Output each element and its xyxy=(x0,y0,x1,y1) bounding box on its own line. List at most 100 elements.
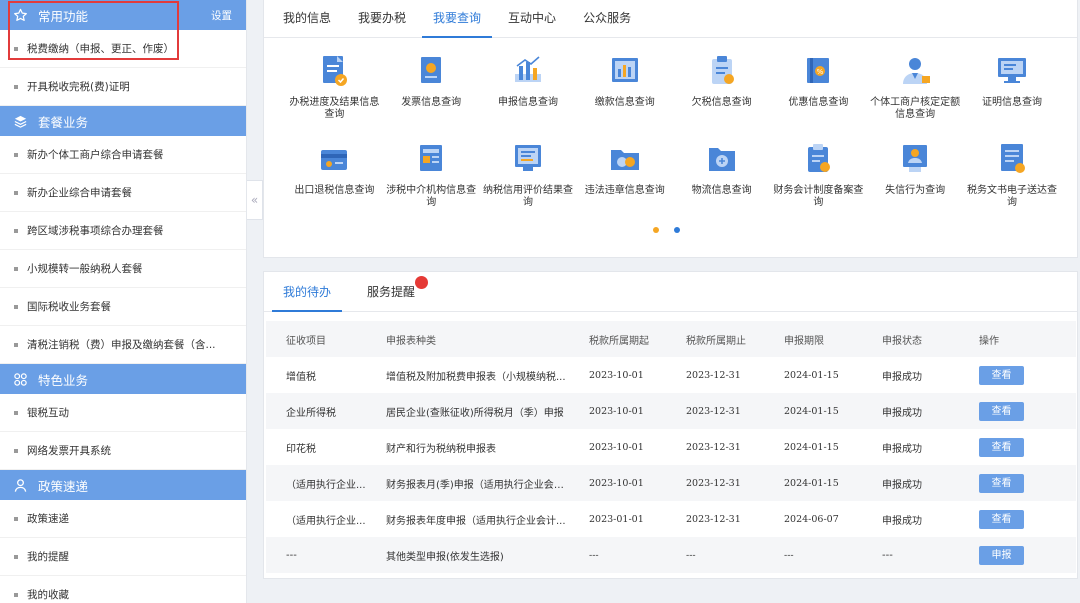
bullet-icon xyxy=(14,304,18,309)
table-cell: 其他类型申报(依发生选报) xyxy=(366,537,569,573)
tab-0[interactable]: 我的信息 xyxy=(272,0,342,37)
clipboard-icon xyxy=(705,48,739,93)
section-header-0: 常用功能 设置 xyxy=(0,0,246,30)
pager-dot[interactable] xyxy=(674,227,680,233)
query-item-label: 缴款信息查询 xyxy=(594,97,655,108)
query-item[interactable]: 个体工商户核定定额信息查询 xyxy=(867,48,964,136)
column-header: 申报状态 xyxy=(862,321,959,357)
notification-dot xyxy=(415,276,428,289)
table-cell: 查看 xyxy=(959,429,1076,465)
query-item-label: 出口退税信息查询 xyxy=(294,185,375,196)
query-item[interactable]: 失信行为查询 xyxy=(867,136,964,224)
query-item[interactable]: 证明信息查询 xyxy=(964,48,1061,136)
query-item[interactable]: 申报信息查询 xyxy=(480,48,577,136)
credit-screen-icon xyxy=(511,136,545,181)
query-item[interactable]: 税务文书电子送达查询 xyxy=(964,136,1061,224)
sidebar-item[interactable]: 新办个体工商户综合申请套餐 xyxy=(0,136,246,174)
sidebar-item[interactable]: 政策速递 xyxy=(0,500,246,538)
table-cell: 2023-12-31 xyxy=(686,513,741,525)
sidebar-item-label: 银税互动 xyxy=(27,407,69,419)
grid-icon xyxy=(12,371,28,387)
table-cell: 查看 xyxy=(959,465,1076,501)
table-cell: 2023-12-31 xyxy=(686,441,741,453)
table-row: 增值税 增值税及附加税费申报表（小规模纳税... 2023-10-01 2023-12… xyxy=(266,357,1076,393)
table-cell: 查看 xyxy=(959,357,1076,393)
tab-4[interactable]: 公众服务 xyxy=(572,0,642,37)
sidebar-item-label: 我的提醒 xyxy=(27,551,69,563)
agency-doc-icon xyxy=(414,136,448,181)
violation-folder-icon xyxy=(608,136,642,181)
row-action-button[interactable]: 查看 xyxy=(979,401,1024,421)
query-item[interactable]: 发票信息查询 xyxy=(383,48,480,136)
tab-2[interactable]: 我要查询 xyxy=(422,0,493,38)
sidebar-item[interactable]: 跨区域涉税事项综合办理套餐 xyxy=(0,212,246,250)
sidebar-item-label: 税费缴纳（申报、更正、作废） xyxy=(27,43,174,55)
bullet-icon xyxy=(14,190,18,195)
section-title: 常用功能 xyxy=(38,8,89,24)
query-item-label: 物流信息查询 xyxy=(691,185,752,196)
table-cell: 2024-01-15 xyxy=(764,465,862,501)
table-cell: 申报成功 xyxy=(882,515,922,527)
table-row: （适用执行企业... 财务报表月(季)申报（适用执行企业会计... 2023-10-… xyxy=(266,465,1076,501)
query-item[interactable]: 财务会计制度备案查询 xyxy=(770,136,867,224)
query-item[interactable]: 出口退税信息查询 xyxy=(286,136,383,224)
doc-progress-icon xyxy=(317,48,351,93)
table-cell: 申报成功 xyxy=(862,465,959,501)
column-header: 操作 xyxy=(959,321,1076,357)
person-icon xyxy=(12,477,28,493)
table-cell: --- xyxy=(266,537,366,573)
table-cell: 2023-01-01 xyxy=(589,513,644,525)
table-row: 印花税 财产和行为税纳税申报表 2023-10-01 2023-12-31 2024-0… xyxy=(266,429,1076,465)
collapse-sidebar-button[interactable]: « xyxy=(247,180,263,220)
table-header-row: 征收项目 申报表种类 税款所属期起 税款所属期止 申报期限 申报状态 操作 xyxy=(266,321,1076,357)
todo-panel: 我的待办 服务提醒 征收项目 申报表种类 税款所属期起 税款所属期止 申报期限 申报状态 操作… xyxy=(263,271,1078,579)
row-action-button[interactable]: 查看 xyxy=(979,437,1024,457)
sidebar-item[interactable]: 新办企业综合申请套餐 xyxy=(0,174,246,212)
sidebar-item[interactable]: 税费缴纳（申报、更正、作废） xyxy=(0,30,246,68)
query-item[interactable]: 纳税信用评价结果查询 xyxy=(480,136,577,224)
table-cell: 财务报表月(季)申报（适用执行企业会计... xyxy=(366,465,569,501)
double-chevron-left-icon: « xyxy=(250,193,259,207)
query-item[interactable]: 违法违章信息查询 xyxy=(576,136,673,224)
section-title: 政策速递 xyxy=(38,478,89,494)
sidebar-item[interactable]: 我的收藏 xyxy=(0,576,246,603)
sidebar-item[interactable]: 我的提醒 xyxy=(0,538,246,576)
query-item[interactable]: % 优惠信息查询 xyxy=(770,48,867,136)
column-header: 申报期限 xyxy=(764,321,862,357)
table-cell: 查看 xyxy=(959,393,1076,429)
row-action-button[interactable]: 查看 xyxy=(979,365,1024,385)
column-header: 税款所属期止 xyxy=(666,321,764,357)
sidebar-item-label: 新办个体工商户综合申请套餐 xyxy=(27,149,164,161)
bullet-icon xyxy=(14,554,18,559)
query-item[interactable]: 物流信息查询 xyxy=(673,136,770,224)
query-item[interactable]: 缴款信息查询 xyxy=(576,48,673,136)
query-item[interactable]: 涉税中介机构信息查询 xyxy=(383,136,480,224)
sidebar-item[interactable]: 国际税收业务套餐 xyxy=(0,288,246,326)
pager-dot[interactable] xyxy=(653,227,659,233)
column-header: 申报表种类 xyxy=(366,321,569,357)
table-cell: 2024-01-15 xyxy=(784,441,839,453)
table-cell: 申报成功 xyxy=(882,443,922,455)
sidebar-item[interactable]: 清税注销税（费）申报及缴纳套餐（含... xyxy=(0,326,246,364)
tab-1[interactable]: 我要办税 xyxy=(347,0,417,37)
sidebar-item[interactable]: 开具税收完税(费)证明 xyxy=(0,68,246,106)
sidebar-item[interactable]: 小规模转一般纳税人套餐 xyxy=(0,250,246,288)
row-action-button[interactable]: 查看 xyxy=(979,473,1024,493)
sidebar-item[interactable]: 银税互动 xyxy=(0,394,246,432)
settings-link[interactable]: 设置 xyxy=(211,8,232,23)
logistics-folder-icon xyxy=(705,136,739,181)
bullet-icon xyxy=(14,46,18,51)
bottom-tab-0[interactable]: 我的待办 xyxy=(272,272,343,312)
row-action-button[interactable]: 申报 xyxy=(979,545,1024,565)
sidebar-item[interactable]: 网络发票开具系统 xyxy=(0,432,246,470)
tab-3[interactable]: 互动中心 xyxy=(497,0,567,37)
query-item[interactable]: 欠税信息查询 xyxy=(673,48,770,136)
query-item[interactable]: 办税进度及结果信息查询 xyxy=(286,48,383,136)
table-cell: 增值税 xyxy=(286,371,316,383)
row-action-button[interactable]: 查看 xyxy=(979,509,1024,529)
bottom-tab-bar: 我的待办 服务提醒 xyxy=(264,272,1077,312)
bullet-icon xyxy=(14,342,18,347)
query-item-label: 证明信息查询 xyxy=(981,97,1042,108)
query-item-label: 申报信息查询 xyxy=(497,97,558,108)
table-cell: 申报成功 xyxy=(862,393,959,429)
